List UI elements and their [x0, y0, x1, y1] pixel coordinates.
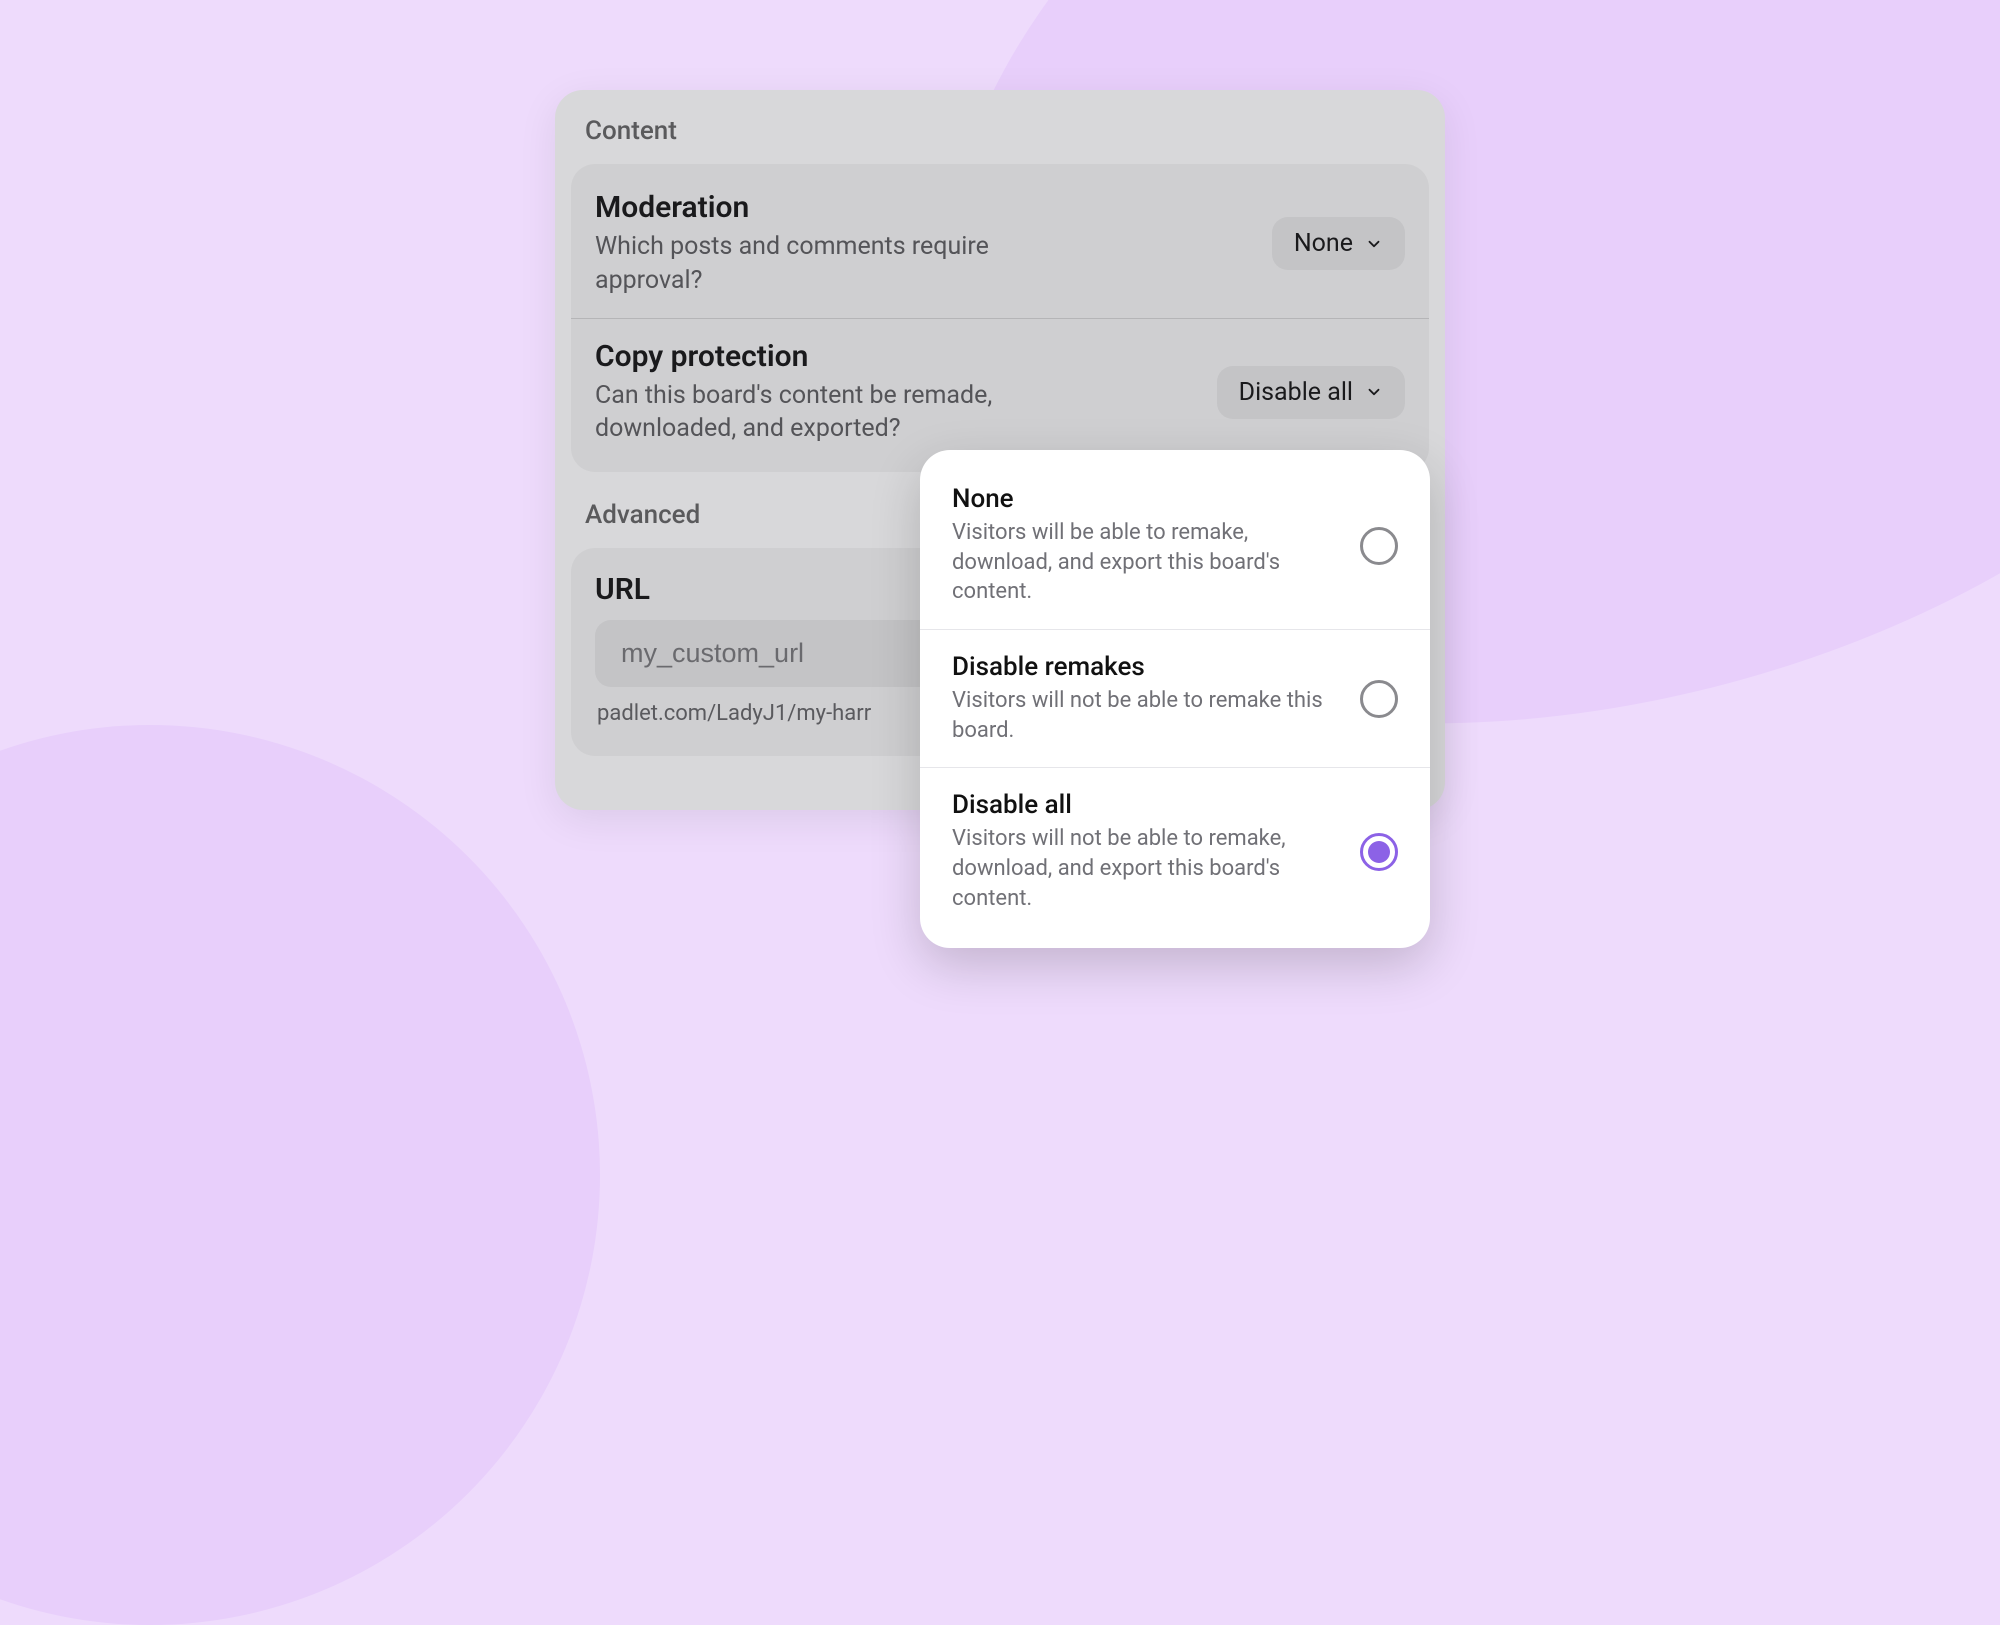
chevron-down-icon — [1365, 235, 1383, 253]
option-title: None — [952, 484, 1336, 514]
chevron-down-icon — [1365, 383, 1383, 401]
option-desc: Visitors will not be able to remake this… — [952, 686, 1336, 745]
option-disable-all[interactable]: Disable all Visitors will not be able to… — [920, 767, 1430, 935]
radio-icon — [1360, 527, 1398, 565]
copy-protection-title: Copy protection — [595, 339, 1015, 375]
option-title: Disable all — [952, 790, 1336, 820]
copy-protection-dropdown-value: Disable all — [1239, 378, 1353, 407]
moderation-dropdown-value: None — [1294, 229, 1353, 258]
radio-icon-selected — [1360, 833, 1398, 871]
copy-protection-desc: Can this board's content be remade, down… — [595, 379, 1015, 447]
moderation-title: Moderation — [595, 190, 1015, 226]
copy-protection-popover: None Visitors will be able to remake, do… — [920, 450, 1430, 948]
moderation-row: Moderation Which posts and comments requ… — [571, 170, 1429, 318]
option-title: Disable remakes — [952, 652, 1336, 682]
section-heading-content: Content — [555, 112, 1445, 164]
copy-protection-row: Copy protection Can this board's content… — [571, 318, 1429, 467]
option-none[interactable]: None Visitors will be able to remake, do… — [920, 462, 1430, 629]
background-shape-bottom — [0, 725, 600, 1625]
option-disable-remakes[interactable]: Disable remakes Visitors will not be abl… — [920, 629, 1430, 767]
option-desc: Visitors will be able to remake, downloa… — [952, 518, 1336, 607]
moderation-desc: Which posts and comments require approva… — [595, 230, 1015, 298]
copy-protection-dropdown[interactable]: Disable all — [1217, 366, 1405, 419]
moderation-dropdown[interactable]: None — [1272, 217, 1405, 270]
content-card: Moderation Which posts and comments requ… — [571, 164, 1429, 472]
radio-icon — [1360, 680, 1398, 718]
option-desc: Visitors will not be able to remake, dow… — [952, 824, 1336, 913]
